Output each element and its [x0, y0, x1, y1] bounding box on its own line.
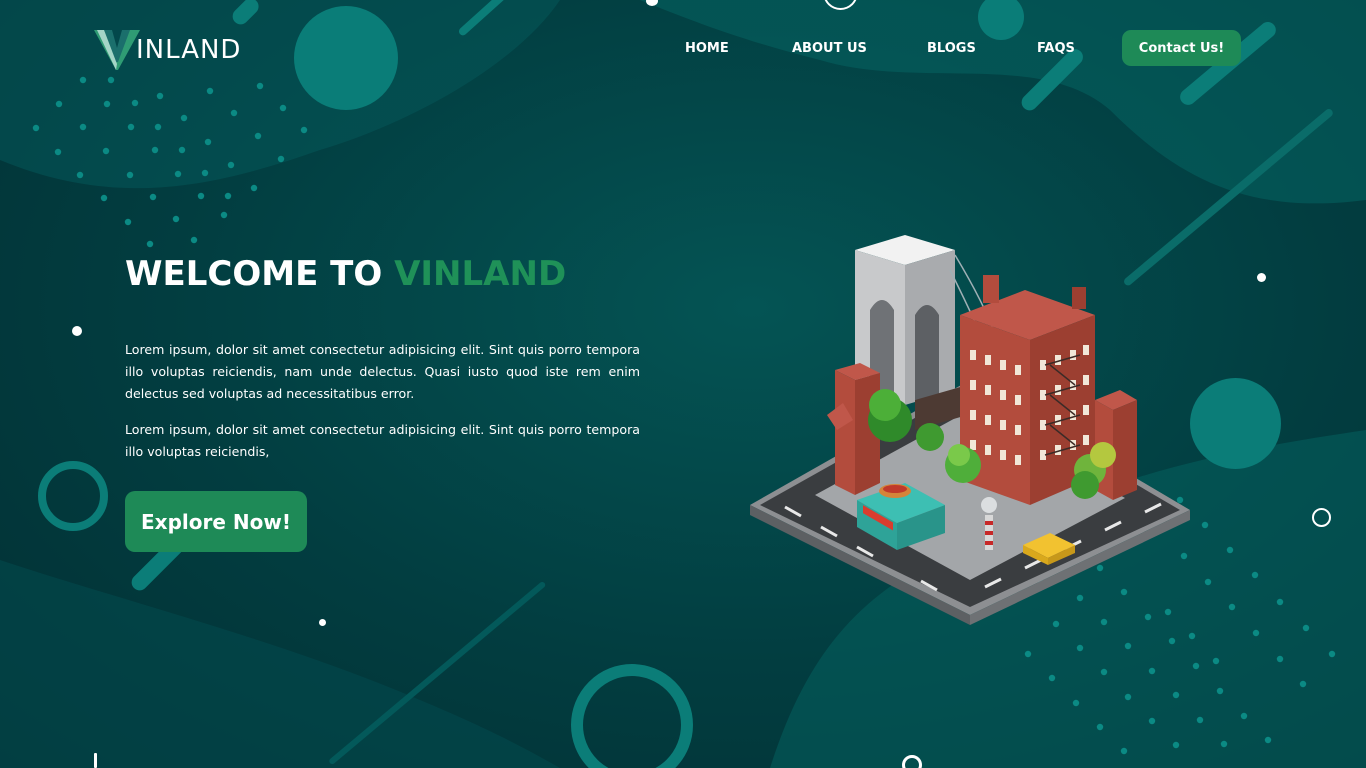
hero-title-prefix: WELCOME TO — [125, 254, 383, 294]
isometric-city-block-illustration — [750, 235, 1190, 625]
nav-home[interactable]: HOME — [685, 41, 729, 56]
hero-title-accent: VINLAND — [394, 254, 567, 294]
nav-about-us[interactable]: ABOUT US — [792, 41, 867, 56]
brand-logo[interactable]: INLAND — [94, 28, 241, 72]
nav-faqs[interactable]: FAQS — [1037, 41, 1075, 56]
explore-now-button[interactable]: Explore Now! — [125, 491, 307, 552]
hero-paragraph-2: Lorem ipsum, dolor sit amet consectetur … — [125, 422, 640, 459]
logo-v-icon — [94, 30, 140, 70]
nav-blogs[interactable]: BLOGS — [927, 41, 976, 56]
contact-us-button[interactable]: Contact Us! — [1122, 30, 1241, 66]
logo-text: INLAND — [136, 35, 242, 65]
hero-paragraph-1: Lorem ipsum, dolor sit amet consectetur … — [125, 342, 640, 401]
hero-title: WELCOME TO VINLAND — [125, 254, 566, 294]
